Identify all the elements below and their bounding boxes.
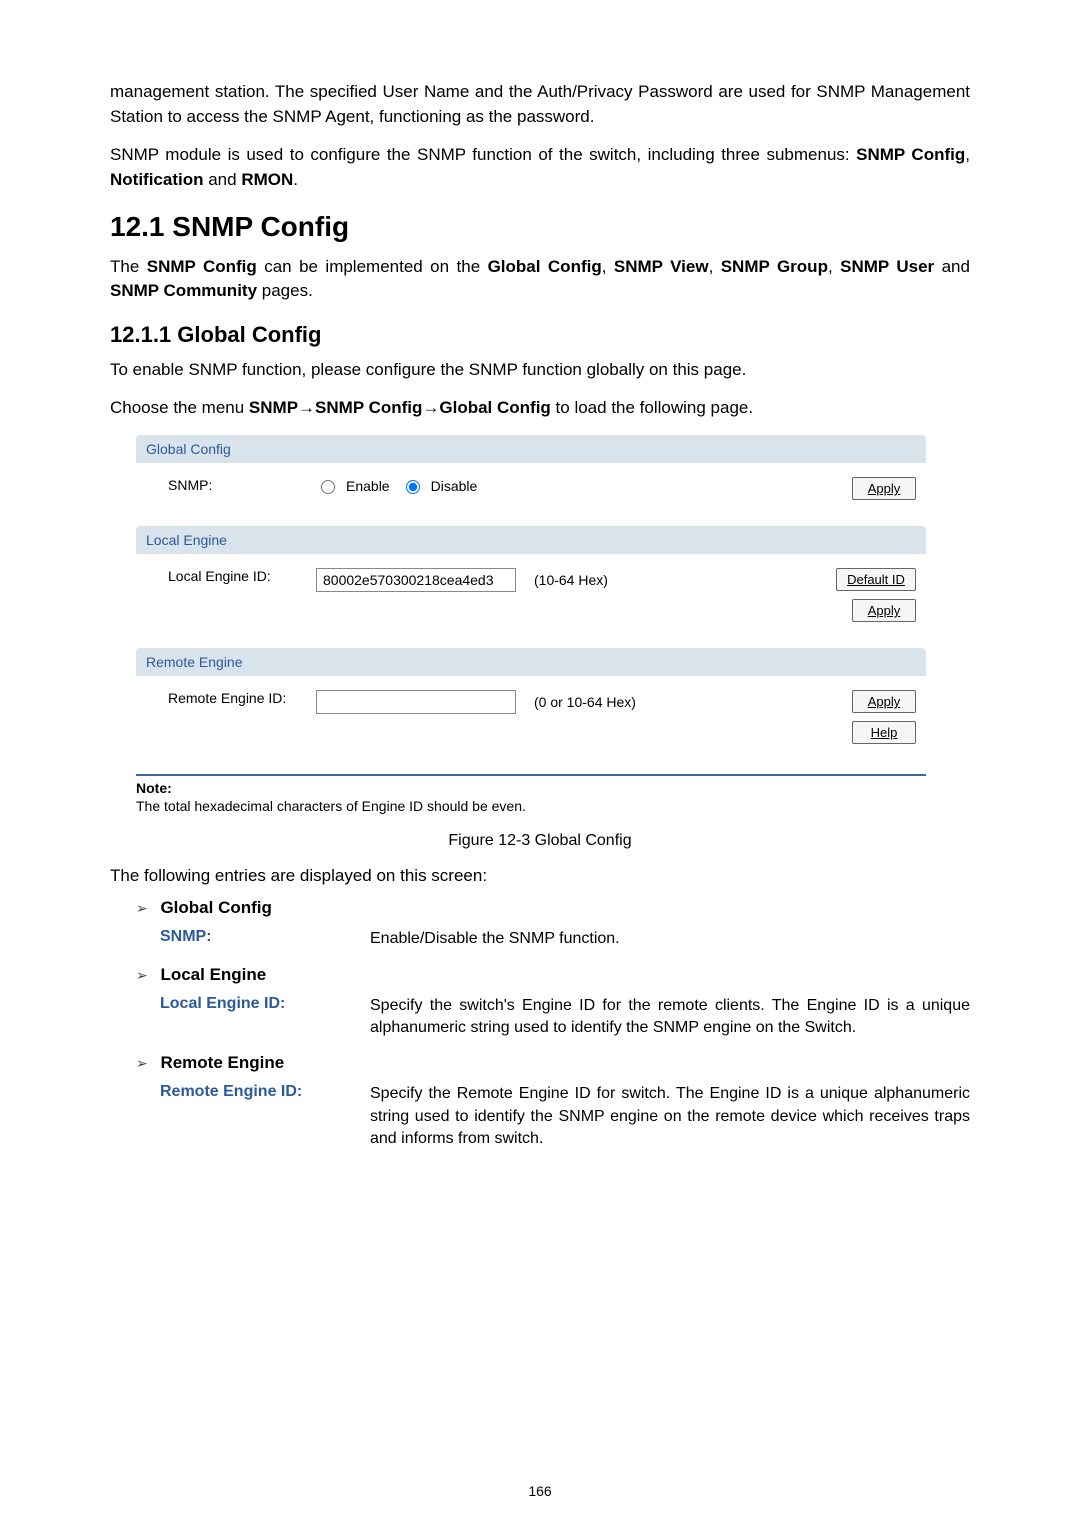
entry-row-snmp: SNMP: Enable/Disable the SNMP function. (160, 928, 970, 950)
paragraph-enable: To enable SNMP function, please configur… (110, 358, 970, 383)
entries-intro: The following entries are displayed on t… (110, 866, 970, 886)
panel-row-snmp: SNMP: Enable Disable Apply (136, 463, 926, 526)
section-paragraph: The SNMP Config can be implemented on th… (110, 255, 970, 304)
figure-caption: Figure 12-3 Global Config (110, 832, 970, 850)
text: Choose the menu (110, 398, 249, 417)
entry-group-local: ➢ Local Engine (136, 965, 970, 985)
panel-head-local: Local Engine (136, 526, 926, 554)
group-title-local: Local Engine (160, 965, 266, 985)
bullet-arrow-icon: ➢ (136, 900, 156, 917)
label-snmp: SNMP: (146, 477, 316, 493)
panel-row-local: Local Engine ID: (10-64 Hex) Default ID … (136, 554, 926, 648)
paragraph-menu: Choose the menu SNMP→SNMP Config→Global … (110, 396, 970, 421)
menu-path: SNMP→SNMP Config→Global Config (249, 398, 551, 417)
group-title-remote: Remote Engine (160, 1053, 284, 1073)
entry-row-remote: Remote Engine ID: Specify the Remote Eng… (160, 1083, 970, 1150)
radio-disable-label: Disable (431, 478, 478, 494)
note-block: Note: The total hexadecimal characters o… (136, 780, 926, 814)
text: , (828, 257, 840, 276)
text: The (110, 257, 147, 276)
section-heading: 12.1 SNMP Config (110, 211, 970, 243)
text-bold: SNMP Config (147, 257, 257, 276)
note-text: The total hexadecimal characters of Engi… (136, 798, 926, 814)
help-button[interactable]: Help (852, 721, 916, 744)
note-title: Note: (136, 780, 926, 796)
text: can be implemented on the (257, 257, 488, 276)
text: SNMP module is used to configure the SNM… (110, 145, 856, 164)
radio-disable[interactable] (406, 480, 420, 494)
panel-row-remote: Remote Engine ID: (0 or 10-64 Hex) Apply… (136, 676, 926, 770)
desc-snmp: Enable/Disable the SNMP function. (370, 928, 970, 950)
term-remote-engine-id: Remote Engine ID: (160, 1083, 370, 1150)
bullet-arrow-icon: ➢ (136, 967, 156, 984)
text-bold: SNMP Group (721, 257, 828, 276)
entry-group-remote: ➢ Remote Engine (136, 1053, 970, 1073)
label-local-engine-id: Local Engine ID: (146, 568, 316, 584)
default-id-button[interactable]: Default ID (836, 568, 916, 591)
config-panel: Global Config SNMP: Enable Disable Apply… (136, 435, 926, 770)
text-bold: RMON (241, 170, 293, 189)
hint-local: (10-64 Hex) (534, 572, 608, 588)
page-number: 166 (0, 1483, 1080, 1499)
hint-remote: (0 or 10-64 Hex) (534, 694, 636, 710)
text: and (934, 257, 970, 276)
radio-enable-label: Enable (346, 478, 390, 494)
apply-button-local[interactable]: Apply (852, 599, 916, 622)
text-bold: SNMP View (614, 257, 709, 276)
text: , (709, 257, 721, 276)
text-bold: SNMP Community (110, 281, 257, 300)
text-bold: SNMP Config (856, 145, 965, 164)
text: and (204, 170, 242, 189)
intro-paragraph-2: SNMP module is used to configure the SNM… (110, 143, 970, 192)
text-bold: SNMP User (840, 257, 934, 276)
text-bold: Notification (110, 170, 204, 189)
note-divider (136, 774, 926, 776)
subsection-heading: 12.1.1 Global Config (110, 322, 970, 348)
label-remote-engine-id: Remote Engine ID: (146, 690, 316, 706)
intro-paragraph-1: management station. The specified User N… (110, 80, 970, 129)
group-title-global: Global Config (160, 898, 271, 918)
panel-head-remote: Remote Engine (136, 648, 926, 676)
entry-row-local: Local Engine ID: Specify the switch's En… (160, 995, 970, 1040)
text: , (965, 145, 970, 164)
text: . (293, 170, 298, 189)
desc-remote-engine-id: Specify the Remote Engine ID for switch.… (370, 1083, 970, 1150)
bullet-arrow-icon: ➢ (136, 1055, 156, 1072)
term-snmp: SNMP: (160, 928, 370, 950)
input-remote-engine-id[interactable] (316, 690, 516, 714)
apply-button-global[interactable]: Apply (852, 477, 916, 500)
text-bold: Global Config (488, 257, 602, 276)
apply-button-remote[interactable]: Apply (852, 690, 916, 713)
desc-local-engine-id: Specify the switch's Engine ID for the r… (370, 995, 970, 1040)
text: , (602, 257, 614, 276)
panel-head-global: Global Config (136, 435, 926, 463)
term-local-engine-id: Local Engine ID: (160, 995, 370, 1040)
input-local-engine-id[interactable] (316, 568, 516, 592)
text: to load the following page. (551, 398, 753, 417)
radio-enable[interactable] (321, 480, 335, 494)
entry-group-global: ➢ Global Config (136, 898, 970, 918)
text: pages. (257, 281, 313, 300)
